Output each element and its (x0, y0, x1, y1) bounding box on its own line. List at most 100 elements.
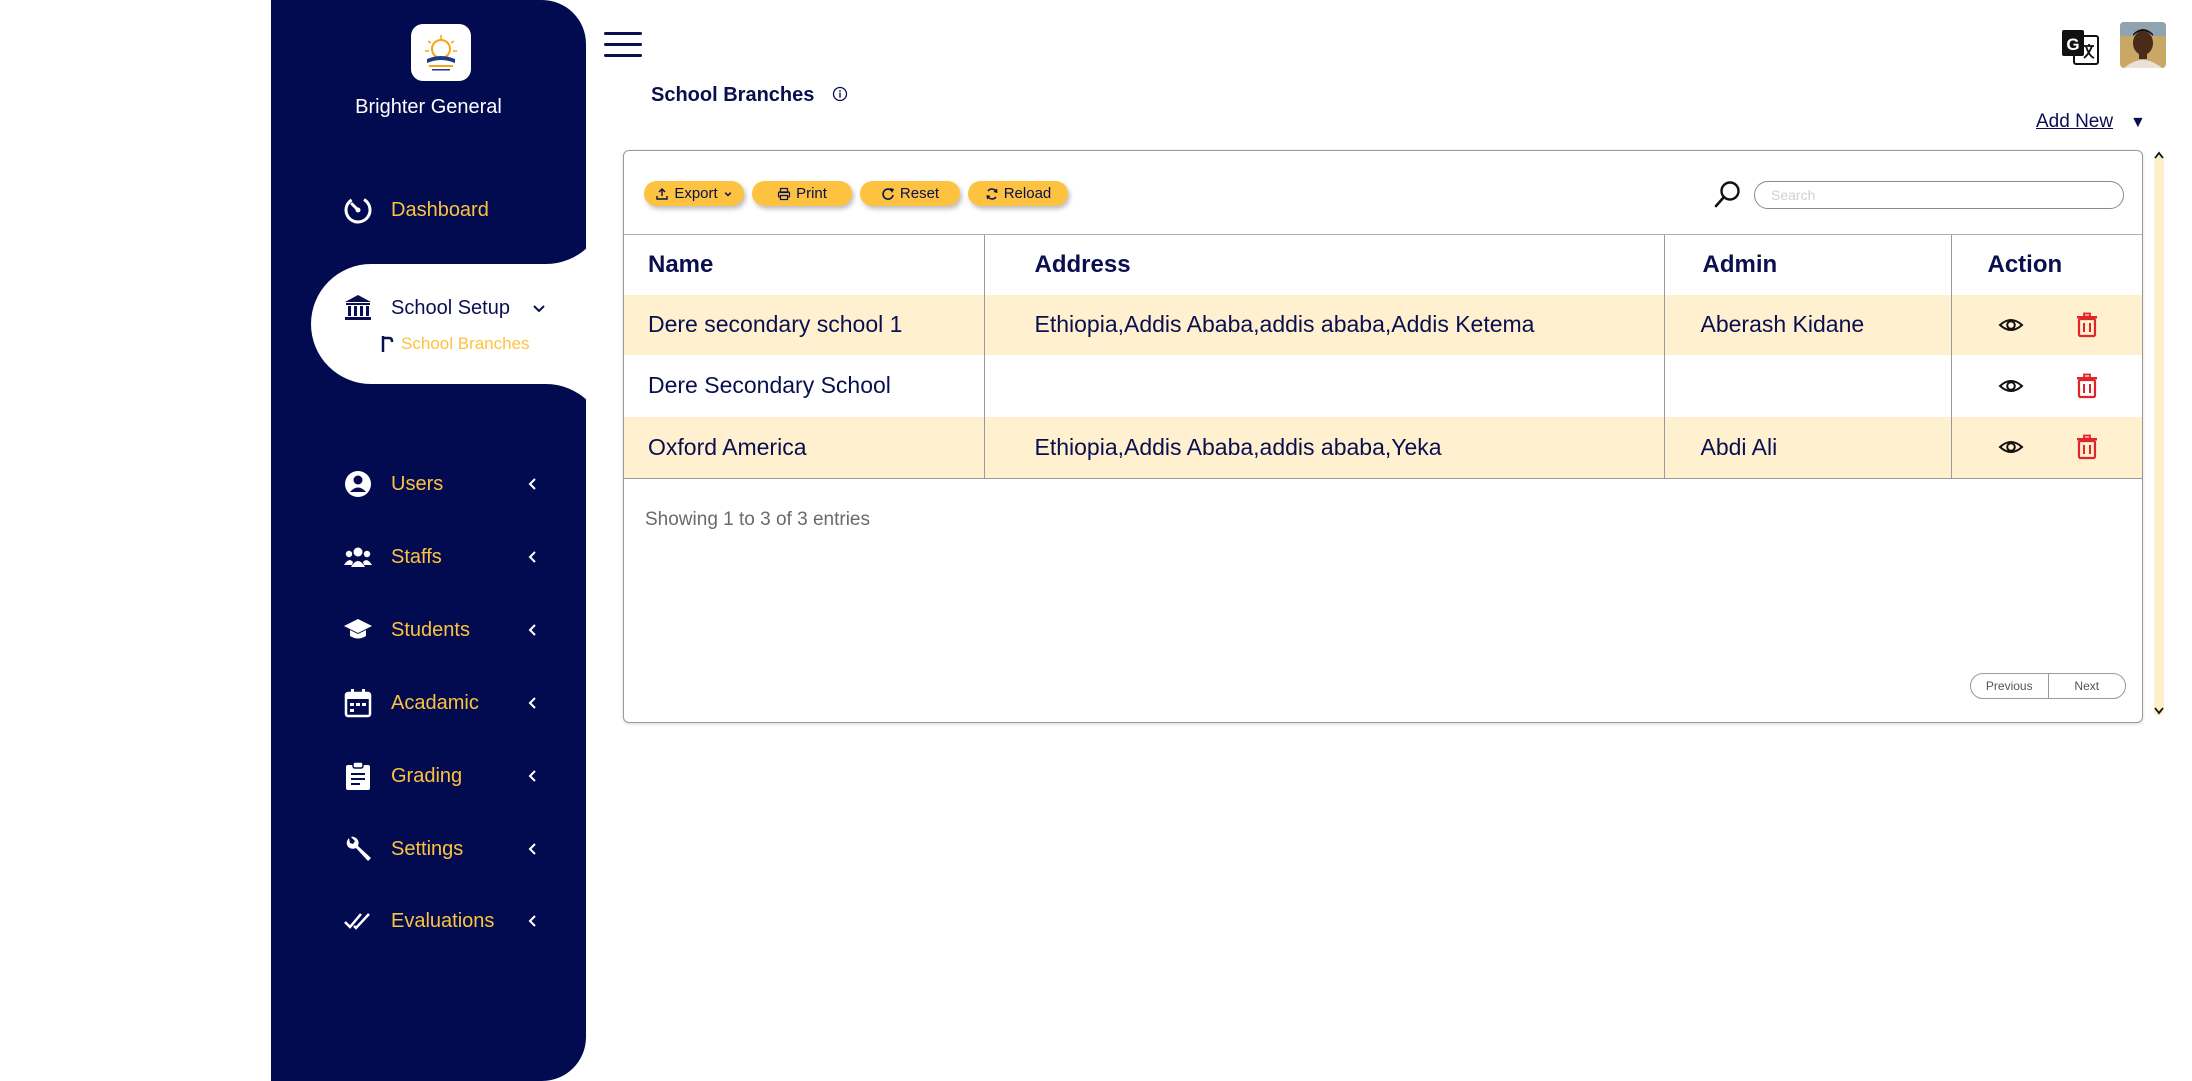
sidebar-item-label: Staffs (391, 545, 442, 568)
page-title: School Branches (651, 84, 815, 106)
cell-address: Ethiopia,Addis Ababa,addis ababa,Addis K… (983, 294, 1664, 355)
svg-text:G: G (2066, 35, 2079, 54)
caret-down-icon[interactable]: ▼ (2130, 114, 2146, 132)
sidebar-item-grading[interactable]: Grading (341, 756, 561, 796)
cell-action (1950, 354, 2142, 417)
column-header-name[interactable]: Name (624, 234, 984, 295)
chevron-left-icon (528, 843, 536, 855)
hamburger-line (604, 43, 642, 46)
scrollbar[interactable] (2154, 156, 2164, 716)
export-label: Export (674, 185, 718, 202)
calendar-icon (341, 686, 375, 720)
user-circle-icon (341, 467, 375, 501)
avatar[interactable] (2120, 22, 2166, 68)
sidebar: Brighter General Dashboard School Setup … (271, 0, 586, 1081)
view-eye-icon[interactable] (1998, 312, 2024, 338)
print-label: Print (796, 185, 827, 202)
entries-info: Showing 1 to 3 of 3 entries (645, 509, 870, 530)
sidebar-item-academic[interactable]: Acadamic (341, 683, 561, 723)
reset-label: Reset (899, 185, 940, 202)
delete-trash-icon[interactable] (2074, 312, 2100, 338)
sidebar-subitem-label: School Branches (401, 334, 530, 353)
table-row: Dere secondary school 1 Ethiopia,Addis A… (624, 294, 2142, 355)
reset-icon (882, 187, 894, 200)
add-new-link[interactable]: Add New (2036, 111, 2113, 133)
scroll-up-icon[interactable] (2153, 150, 2165, 160)
delete-trash-icon[interactable] (2074, 373, 2100, 399)
table-row: Dere Secondary School (624, 354, 2142, 417)
view-eye-icon[interactable] (1998, 373, 2024, 399)
dashboard-icon (341, 193, 375, 227)
view-eye-icon[interactable] (1998, 434, 2024, 460)
translate-icon[interactable]: G (2060, 28, 2100, 68)
cell-admin (1663, 354, 1951, 417)
chevron-left-icon (528, 697, 536, 709)
graduation-cap-icon (341, 613, 375, 647)
cell-name: Dere secondary school 1 (624, 294, 984, 355)
sidebar-item-label: Evaluations (391, 909, 495, 932)
sidebar-item-evaluations[interactable]: Evaluations (341, 901, 561, 941)
reset-button[interactable]: Reset (860, 181, 960, 206)
sidebar-item-label: Settings (391, 837, 464, 860)
column-header-admin[interactable]: Admin (1663, 234, 1951, 295)
pagination: Previous Next (1970, 673, 2126, 699)
column-header-address[interactable]: Address (983, 234, 1664, 295)
chevron-left-icon (528, 770, 536, 782)
sidebar-item-label: Grading (391, 764, 463, 787)
clipboard-icon (341, 759, 375, 793)
sidebar-item-label: Acadamic (391, 691, 479, 714)
cell-address: Ethiopia,Addis Ababa,addis ababa,Yeka (983, 416, 1664, 479)
chevron-left-icon (528, 915, 536, 927)
logo-icon (425, 34, 457, 70)
printer-icon (777, 187, 791, 200)
cell-admin: Aberash Kidane (1663, 294, 1951, 355)
sidebar-item-settings[interactable]: Settings (341, 829, 561, 869)
reload-icon (986, 187, 998, 200)
cell-address (983, 354, 1664, 417)
reload-button[interactable]: Reload (968, 181, 1068, 206)
group-icon (341, 540, 375, 574)
sidebar-item-dashboard[interactable]: Dashboard (341, 190, 561, 230)
menu-toggle-button[interactable] (604, 32, 642, 60)
cell-name: Dere Secondary School (648, 372, 891, 398)
sidebar-subitem-school-branches[interactable]: School Branches (379, 334, 530, 354)
search-input[interactable] (1754, 181, 2124, 209)
bank-icon (341, 291, 375, 325)
hamburger-line (604, 54, 642, 57)
chevron-left-icon (528, 478, 536, 490)
chevron-down-icon (724, 191, 732, 196)
scroll-down-icon[interactable] (2153, 706, 2165, 716)
cell-admin: Abdi Ali (1663, 416, 1951, 479)
active-notch (546, 204, 586, 264)
previous-button[interactable]: Previous (1971, 674, 2048, 698)
print-button[interactable]: Print (752, 181, 852, 206)
info-icon[interactable] (832, 86, 848, 102)
sidebar-item-label: School Setup (391, 296, 510, 319)
sidebar-item-label: Dashboard (391, 198, 489, 221)
sidebar-item-label: Students (391, 618, 470, 641)
hamburger-line (604, 32, 642, 35)
column-header-action: Action (1950, 234, 2142, 295)
chevron-left-icon (528, 551, 536, 563)
next-button[interactable]: Next (2047, 674, 2126, 698)
school-logo (411, 24, 471, 81)
cell-action (1950, 294, 2142, 355)
double-check-icon (341, 904, 375, 938)
sidebar-item-students[interactable]: Students (341, 610, 561, 650)
sidebar-item-staffs[interactable]: Staffs (341, 537, 561, 577)
branches-panel: Export Print Reset Reload Name Address A… (623, 150, 2143, 723)
upload-icon (656, 187, 669, 200)
wrench-icon (341, 832, 375, 866)
active-notch (546, 384, 586, 444)
export-button[interactable]: Export (644, 181, 744, 206)
sidebar-item-label: Users (391, 472, 444, 495)
chevron-left-icon (528, 624, 536, 636)
search-icon[interactable] (1712, 179, 1742, 209)
sidebar-item-school-setup[interactable]: School Setup (341, 288, 561, 328)
delete-trash-icon[interactable] (2074, 434, 2100, 460)
sidebar-item-users[interactable]: Users (341, 464, 561, 504)
cell-name: Oxford America (624, 416, 984, 479)
reload-label: Reload (1003, 185, 1052, 202)
chevron-down-icon (533, 305, 545, 313)
cell-action (1950, 416, 2142, 479)
